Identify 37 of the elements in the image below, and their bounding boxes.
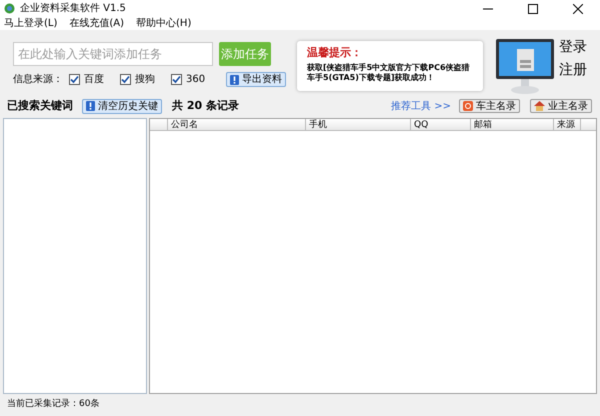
close-icon	[572, 4, 582, 14]
export-button[interactable]: 导出资料	[226, 72, 286, 87]
source-label: 信息来源：	[13, 72, 63, 87]
source-option[interactable]: 搜狗	[135, 72, 155, 87]
maximize-icon	[528, 4, 538, 14]
column-header[interactable]: QQ	[411, 119, 471, 130]
house-icon	[534, 101, 545, 111]
badge-icon	[463, 101, 473, 111]
menu-item[interactable]: 马上登录(L)	[4, 18, 58, 28]
column-header[interactable]: 手机	[306, 119, 411, 130]
checkbox[interactable]	[120, 74, 131, 85]
monitor-icon	[495, 38, 555, 96]
menu-item[interactable]: 在线充值(A)	[69, 18, 124, 28]
column-header[interactable]: 邮箱	[471, 119, 554, 130]
app-icon	[4, 3, 15, 14]
record-count: 共 20 条记录	[172, 98, 239, 114]
status-text: 当前已采集记录：60条	[7, 398, 100, 412]
source-option[interactable]: 百度	[84, 72, 104, 87]
exclamation-icon	[86, 101, 95, 111]
exclamation-icon	[230, 74, 239, 84]
recommend-link[interactable]: 推荐工具 >>	[391, 98, 451, 114]
account-link[interactable]: 注册	[559, 61, 587, 79]
checkbox[interactable]	[69, 74, 80, 85]
account-link[interactable]: 登录	[559, 38, 587, 56]
keyword-input[interactable]: 在此处输入关键词添加任务	[13, 42, 213, 66]
keywords-title: 已搜索关键词	[7, 98, 73, 114]
column-header[interactable]: 来源	[554, 119, 581, 130]
window-title: 企业资料采集软件 V1.5	[20, 2, 126, 16]
column-header[interactable]: 公司名	[168, 119, 306, 130]
notice-title: 温馨提示：	[307, 46, 363, 60]
menu-item[interactable]: 帮助中心(H)	[136, 18, 192, 28]
notice-message: 获取[侠盗猎车手5中文版官方下载PC6侠盗猎车手5(GTA5)下载专题]获取成功！	[307, 63, 471, 83]
source-option[interactable]: 360	[186, 72, 206, 87]
checkbox[interactable]	[171, 74, 182, 85]
tool-button[interactable]: 车主名录	[459, 99, 520, 113]
tool-button[interactable]: 业主名录	[530, 99, 592, 113]
clear-history-button[interactable]: 清空历史关键	[82, 98, 162, 114]
